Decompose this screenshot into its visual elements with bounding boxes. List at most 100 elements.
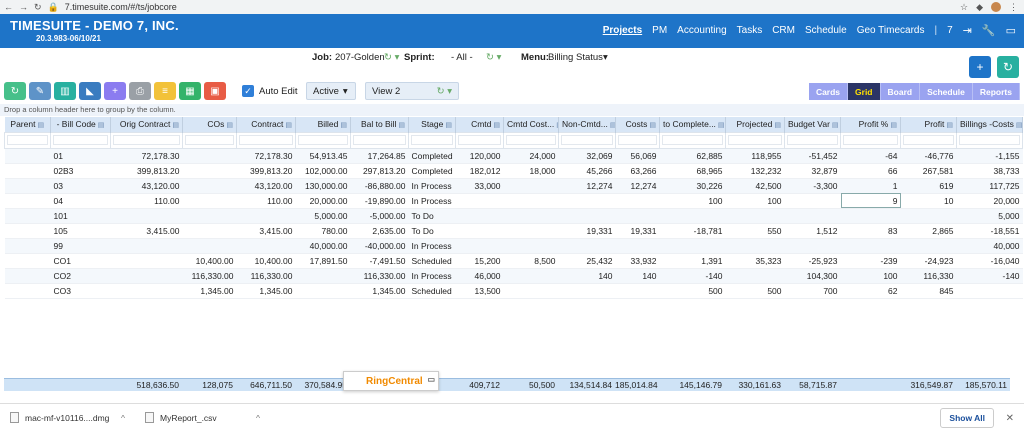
table-cell[interactable] [4,223,51,239]
table-cell[interactable]: 25,432 [558,253,616,269]
table-cell[interactable]: 10,400.00 [236,253,296,269]
table-cell[interactable]: -1,155 [956,148,1023,164]
table-cell[interactable]: 62 [840,283,901,299]
table-cell[interactable] [110,268,183,284]
table-cell[interactable]: 117,725 [956,178,1023,194]
table-cell[interactable] [503,193,559,209]
table-cell[interactable]: 102,000.00 [295,163,351,179]
table-cell[interactable]: 118,955 [725,148,785,164]
column-menu-icon[interactable]: ▤ [98,122,105,129]
table-cell[interactable] [956,283,1023,299]
table-cell[interactable] [615,193,660,209]
table-cell[interactable]: 182,012 [455,163,504,179]
table-cell[interactable]: -51,452 [784,148,841,164]
column-header[interactable]: Parent ▤ [4,117,51,132]
table-cell[interactable]: 43,120.00 [236,178,296,194]
table-cell[interactable]: 140 [558,268,616,284]
star-icon[interactable]: ☆ [960,2,968,13]
table-cell[interactable] [236,208,296,224]
column-filter-input[interactable] [408,131,456,149]
table-cell[interactable]: 1,345.00 [182,283,237,299]
table-cell[interactable]: To Do [408,208,456,224]
table-cell[interactable]: 297,813.20 [350,163,409,179]
column-filter-input[interactable] [840,131,901,149]
table-cell[interactable] [659,238,726,254]
table-cell[interactable]: To Do [408,223,456,239]
table-row[interactable]: 105 3,415.00 3,415.00 780.00 2,635.00 To Do 19… [4,223,1023,239]
table-cell[interactable]: -86,880.00 [350,178,409,194]
table-cell[interactable] [4,193,51,209]
table-cell[interactable]: 105 [50,223,111,239]
extension-icon[interactable]: ◆ [976,2,983,13]
nav-geo-timecards[interactable]: Geo Timecards [857,25,925,36]
table-cell[interactable] [4,238,51,254]
table-row[interactable]: 99 40,000.00 -40,000.00 In Process 40,000 [4,238,1023,254]
add-button[interactable]: + [969,56,991,78]
table-cell[interactable] [725,238,785,254]
table-cell[interactable] [4,268,51,284]
table-cell[interactable]: 30,226 [659,178,726,194]
table-cell[interactable] [4,163,51,179]
table-cell[interactable] [900,208,957,224]
wrench-icon[interactable]: 🔧 [982,24,996,37]
column-filter-input[interactable] [295,131,351,149]
table-cell[interactable]: 8,500 [503,253,559,269]
column-filter-input[interactable] [503,131,559,149]
table-cell[interactable]: 72,178.30 [236,148,296,164]
table-cell[interactable] [4,208,51,224]
table-cell[interactable] [110,208,183,224]
table-cell[interactable]: 12,274 [615,178,660,194]
grid-icon[interactable]: ▦ [179,82,201,100]
menu-chevron-down-icon[interactable]: ▾ [603,52,608,63]
back-icon[interactable]: ← [4,2,13,12]
ringcentral-popup[interactable]: RingCentral ▭ [343,371,439,391]
table-cell[interactable] [236,238,296,254]
table-cell[interactable]: 120,000 [455,148,504,164]
table-cell[interactable]: 550 [725,223,785,239]
table-cell[interactable]: In Process [408,268,456,284]
table-cell[interactable]: 33,932 [615,253,660,269]
table-cell[interactable]: In Process [408,178,456,194]
table-cell[interactable] [182,238,237,254]
table-cell[interactable]: CO1 [50,253,111,269]
table-cell[interactable]: 132,232 [725,163,785,179]
table-cell[interactable]: -18,781 [659,223,726,239]
table-cell[interactable]: 01 [50,148,111,164]
table-cell[interactable]: 17,891.50 [295,253,351,269]
table-cell[interactable]: Scheduled [408,283,456,299]
table-cell[interactable]: 45,266 [558,163,616,179]
table-cell[interactable] [295,268,351,284]
table-cell[interactable]: 116,330 [900,268,957,284]
table-cell[interactable] [840,208,901,224]
table-cell[interactable] [110,253,183,269]
table-cell[interactable]: -16,040 [956,253,1023,269]
table-cell[interactable]: 35,323 [725,253,785,269]
chevron-up-icon[interactable]: ^ [256,413,260,423]
table-cell[interactable]: 33,000 [455,178,504,194]
column-menu-icon[interactable]: ▤ [340,122,347,129]
table-cell[interactable]: 56,069 [615,148,660,164]
table-cell[interactable] [503,208,559,224]
nav-projects[interactable]: Projects [603,25,642,36]
table-cell[interactable]: 24,000 [503,148,559,164]
table-cell[interactable]: -18,551 [956,223,1023,239]
sort-icon[interactable]: ≡ [154,82,176,100]
table-cell[interactable]: -3,300 [784,178,841,194]
table-cell[interactable] [900,238,957,254]
menu-select[interactable]: Billing Status [548,52,603,63]
table-cell[interactable]: 20,000 [956,193,1023,209]
table-cell[interactable]: 3,415.00 [236,223,296,239]
column-menu-icon[interactable]: ▤ [285,122,292,129]
view-dropdown[interactable]: View 2 ↻ ▾ [365,82,459,100]
table-cell[interactable]: 46,000 [455,268,504,284]
table-row[interactable]: 101 5,000.00 -5,000.00 To Do 5,000 [4,208,1023,224]
table-cell[interactable]: -64 [840,148,901,164]
table-cell[interactable]: -25,923 [784,253,841,269]
column-menu-icon[interactable]: ▤ [610,122,615,129]
table-cell[interactable]: Completed [408,163,456,179]
table-cell[interactable]: 100 [659,193,726,209]
table-cell[interactable]: -40,000.00 [350,238,409,254]
table-cell[interactable] [503,178,559,194]
table-cell[interactable] [455,208,504,224]
column-header[interactable]: Costs ▤ [615,117,660,132]
